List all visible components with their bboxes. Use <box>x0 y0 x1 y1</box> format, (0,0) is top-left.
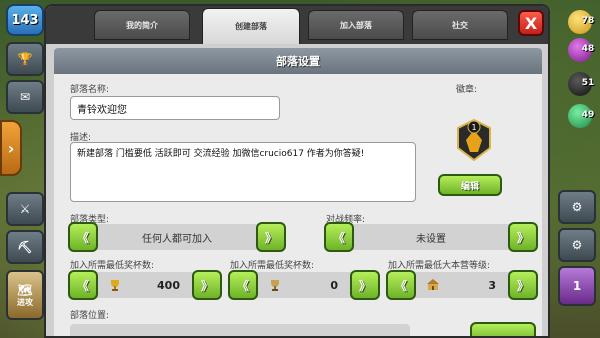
min-townhall-next-button[interactable]: 》 <box>508 270 538 300</box>
chevron-left-icon: 《 <box>76 230 89 245</box>
tab-social-label: 社交 <box>452 20 468 30</box>
min-townhall-prev-button[interactable]: 《 <box>386 270 416 300</box>
mail-icon[interactable]: ✉ <box>6 80 44 114</box>
min-builder-trophies-selector: 《 0 》 <box>228 270 380 300</box>
clan-type-prev-button[interactable]: 《 <box>68 222 98 252</box>
badge-level: 1 <box>471 123 476 132</box>
chevron-right-icon: 》 <box>516 230 529 245</box>
tab-bar: 我的简介 创建部落 加入部落 社交 X <box>46 6 548 44</box>
tab-social[interactable]: 社交 <box>412 10 508 40</box>
dark-elixir-amount: 51 <box>581 78 595 88</box>
clan-dialog: 我的简介 创建部落 加入部落 社交 X 部落设置 部落名称: 青铃欢迎您 描述:… <box>44 4 550 338</box>
min-trophies-next-button[interactable]: 》 <box>192 270 222 300</box>
min-builder-trophies-display: 0 <box>258 272 348 298</box>
tab-create-clan[interactable]: 创建部落 <box>202 8 300 44</box>
clan-location-selector[interactable] <box>70 324 410 336</box>
chevron-left-icon: 《 <box>332 230 345 245</box>
close-icon: X <box>524 13 538 33</box>
min-trophies-prev-button[interactable]: 《 <box>68 270 98 300</box>
settings-gear-icon[interactable]: ⚙ <box>558 228 596 262</box>
edit-label: 编辑 <box>460 181 479 192</box>
builder-icon[interactable]: ⛏ <box>6 230 44 264</box>
chevron-left-icon: 《 <box>76 278 89 293</box>
description-input[interactable]: 新建部落 门槛要低 活跃即可 交流经验 加微信crucio617 作者为你答疑! <box>70 142 416 202</box>
min-trophies-display: 400 <box>98 272 190 298</box>
builder-trophy-icon <box>271 280 279 291</box>
shop-button[interactable]: 1 <box>558 266 596 306</box>
tab-join-clan[interactable]: 加入部落 <box>308 10 404 40</box>
clan-name-label: 部落名称: <box>70 85 110 95</box>
min-townhall-selector: 《 3 》 <box>386 270 538 300</box>
clan-settings-panel: 部落设置 部落名称: 青铃欢迎您 描述: 新建部落 门槛要低 活跃即可 交流经验… <box>54 48 542 336</box>
min-townhall-display: 3 <box>416 272 506 298</box>
right-hud: 78 48 51 49 ⚙ ⚙ 1 <box>548 0 600 338</box>
war-frequency-value: 未设置 <box>416 233 446 245</box>
close-button[interactable]: X <box>518 10 544 36</box>
tab-join-clan-label: 加入部落 <box>340 20 372 30</box>
tab-profile[interactable]: 我的简介 <box>94 10 190 40</box>
chevron-right-icon: 》 <box>200 278 213 293</box>
clan-type-next-button[interactable]: 》 <box>256 222 286 252</box>
trophy-icon[interactable]: 🏆 <box>6 42 44 76</box>
badge-label: 徽章: <box>456 85 478 95</box>
left-hud: 143 🏆 ✉ › ⚔ ⛏ 🗺 进攻 <box>0 0 48 338</box>
tab-profile-label: 我的简介 <box>126 20 158 30</box>
war-frequency-selector: 《 未设置 》 <box>324 222 538 252</box>
attack-button[interactable]: 🗺 进攻 <box>6 270 44 320</box>
clan-name-input[interactable]: 青铃欢迎您 <box>70 96 280 120</box>
min-builder-trophies-value: 0 <box>330 278 338 292</box>
war-frequency-next-button[interactable]: 》 <box>508 222 538 252</box>
clan-badge-icon[interactable]: 1 <box>456 118 492 162</box>
chevron-right-icon: 》 <box>358 278 371 293</box>
expand-chat-button[interactable]: › <box>0 120 22 176</box>
player-level: 143 <box>11 12 39 28</box>
settings-icon[interactable]: ⚙ <box>558 190 596 224</box>
chevron-right-icon: 》 <box>516 278 529 293</box>
min-builder-trophies-prev-button[interactable]: 《 <box>228 270 258 300</box>
map-icon: 🗺 <box>17 282 33 297</box>
min-trophies-value: 400 <box>157 278 180 292</box>
elixir-amount: 48 <box>581 44 595 54</box>
chevron-left-icon: 《 <box>236 278 249 293</box>
clan-location-label: 部落位置: <box>70 311 110 321</box>
chevron-right-icon: 》 <box>264 230 277 245</box>
panel-title: 部落设置 <box>54 48 542 74</box>
clan-type-value: 任何人都可加入 <box>142 233 212 245</box>
gem-amount: 49 <box>581 110 595 120</box>
clan-type-selector: 《 任何人都可加入 》 <box>68 222 286 252</box>
war-frequency-prev-button[interactable]: 《 <box>324 222 354 252</box>
notice-count: 1 <box>572 279 582 293</box>
battle-icon[interactable]: ⚔ <box>6 192 44 226</box>
player-level-badge[interactable]: 143 <box>6 4 44 36</box>
attack-label: 进攻 <box>17 297 33 307</box>
townhall-icon <box>427 279 439 290</box>
tab-create-clan-label: 创建部落 <box>235 22 267 31</box>
edit-badge-button[interactable]: 编辑 <box>438 174 502 196</box>
min-builder-trophies-next-button[interactable]: 》 <box>350 270 380 300</box>
gold-amount: 78 <box>581 16 595 26</box>
confirm-button[interactable] <box>470 322 536 336</box>
min-trophies-selector: 《 400 》 <box>68 270 222 300</box>
chevron-left-icon: 《 <box>394 278 407 293</box>
min-townhall-value: 3 <box>488 278 496 292</box>
trophy-icon <box>111 280 119 291</box>
